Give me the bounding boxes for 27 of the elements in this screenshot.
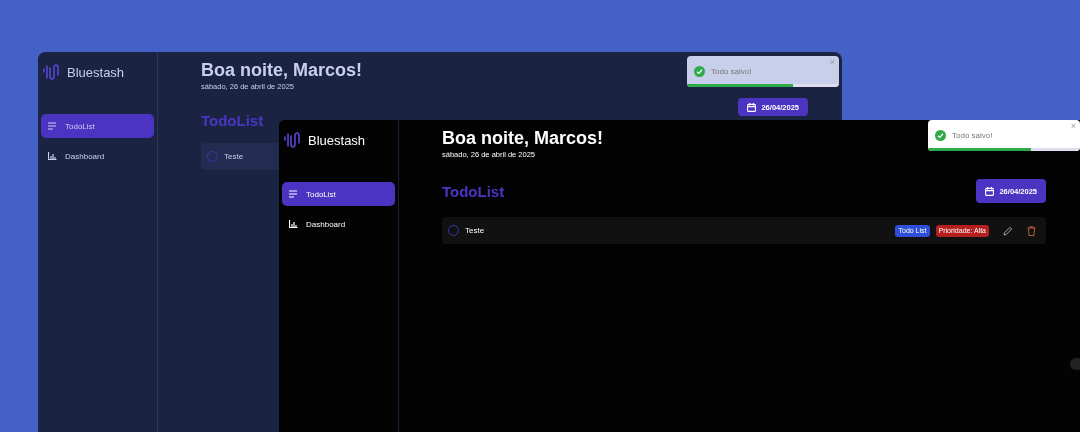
task-title: Teste [224,152,244,161]
wave-logo-icon [284,131,300,149]
delete-icon[interactable] [1027,225,1036,236]
list-icon [48,122,57,130]
page-heading: TodoList [442,182,505,200]
nav-item[interactable]: Dashboard [41,144,154,168]
nav-item[interactable]: TodoList [282,182,395,206]
toast-message: Todo salvo! [711,67,752,76]
floating-widget-icon[interactable] [1070,358,1080,370]
page-heading: TodoList [201,111,264,129]
calendar-icon [747,102,757,112]
check-circle-icon [935,130,946,141]
task-title: Teste [465,226,485,235]
edit-icon[interactable] [1003,225,1013,236]
toast-message: Todo salvo! [952,131,993,140]
nav-item[interactable]: Dashboard [282,212,395,236]
greeting-title: Boa noite, Marcos! [201,60,363,81]
greeting-title: Boa noite, Marcos! [442,128,604,149]
app-name: Bluestash [308,132,366,148]
list-icon [289,190,298,198]
app-name: Bluestash [67,64,125,80]
bar-chart-icon [289,220,298,228]
wave-logo-icon [43,63,59,81]
calendar-icon [985,186,995,196]
nav-item[interactable]: TodoList [41,114,154,138]
bar-chart-icon [48,152,57,160]
check-circle-icon [694,66,705,77]
